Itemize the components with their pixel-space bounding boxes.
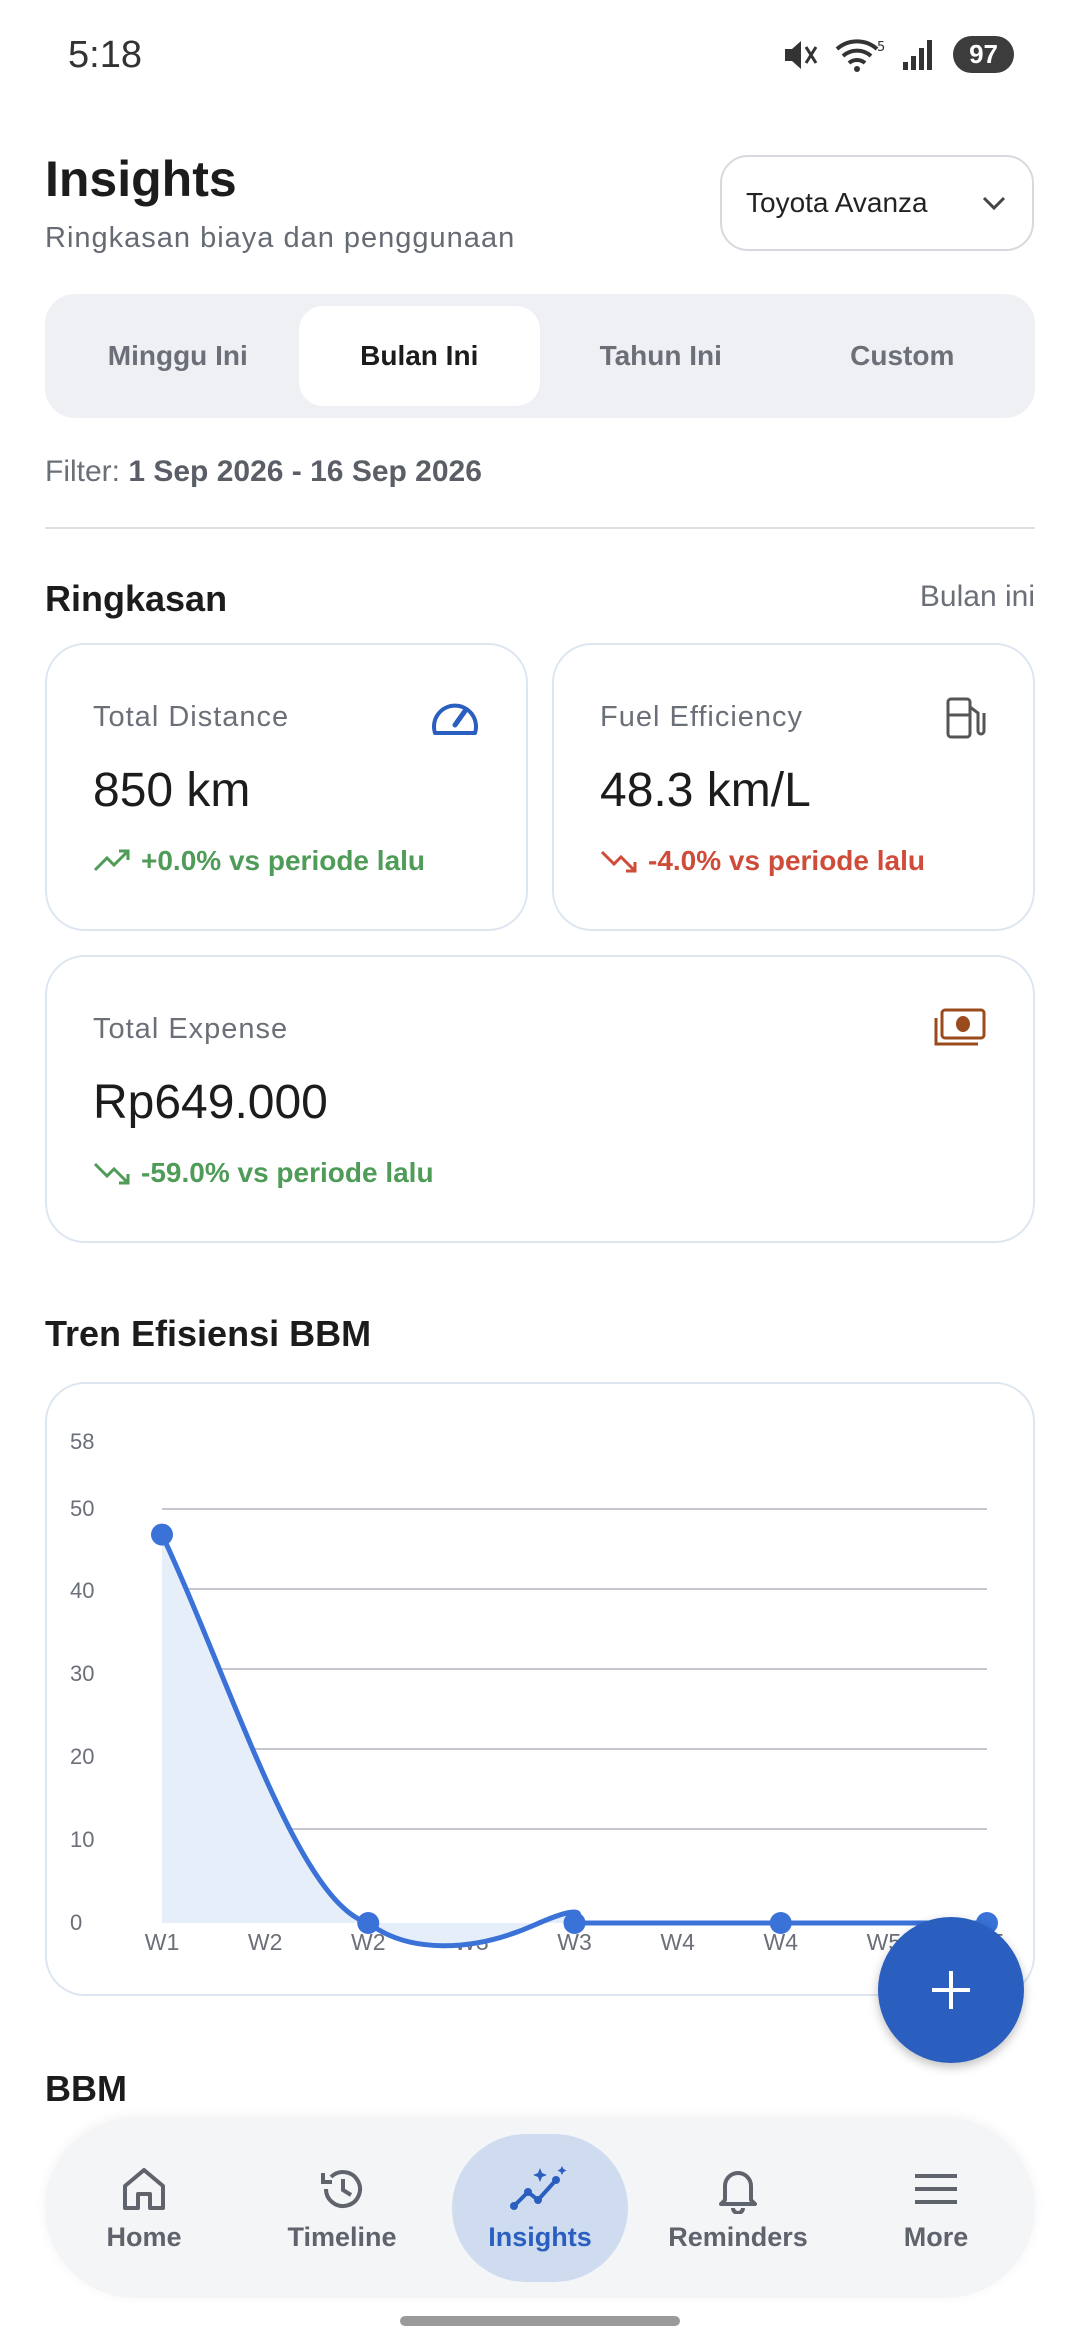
- signal-icon: [903, 39, 933, 70]
- trend-chart: 0102030405058W1W2W2W3W3W4W4W5W5: [70, 1429, 1004, 1955]
- trend-heading: Tren Efisiensi BBM: [45, 1313, 372, 1354]
- status-bar: 5:18 5 97: [0, 0, 1080, 110]
- chevron-down-icon: [982, 196, 1006, 211]
- status-icons: 5 97: [781, 36, 1014, 73]
- efficiency-card[interactable]: Fuel Efficiency 48.3 km/L -4.0% vs perio…: [552, 643, 1035, 931]
- page-title: Insights: [45, 151, 237, 207]
- divider: [45, 527, 1035, 529]
- distance-value: 850 km: [93, 764, 251, 817]
- add-button[interactable]: [878, 1917, 1024, 2063]
- plus-icon: [932, 1971, 970, 2009]
- battery-indicator: 97: [953, 36, 1014, 73]
- nav-insights-label: Insights: [488, 2221, 592, 2252]
- nav-home-label: Home: [106, 2221, 182, 2252]
- x-tick-label: W2: [248, 1929, 283, 1955]
- y-tick-label: 30: [70, 1661, 94, 1686]
- y-tick-label: 58: [70, 1429, 94, 1454]
- expense-value: Rp649.000: [93, 1076, 328, 1129]
- efficiency-change: -4.0% vs periode lalu: [600, 845, 925, 877]
- trending-up-icon: [93, 849, 130, 872]
- vehicle-name: Toyota Avanza: [746, 187, 928, 218]
- expense-card[interactable]: Total Expense Rp649.000 -59.0% vs period…: [45, 955, 1035, 1243]
- distance-change: +0.0% vs periode lalu: [93, 845, 425, 877]
- x-tick-label: W4: [660, 1929, 695, 1955]
- insights-icon: [510, 2165, 567, 2210]
- nav-reminders-label: Reminders: [668, 2221, 808, 2252]
- summary-heading: Ringkasan: [45, 578, 228, 619]
- data-point[interactable]: [357, 1912, 380, 1934]
- mute-icon: [785, 40, 818, 69]
- tab-bulan-ini[interactable]: Bulan Ini: [298, 306, 540, 406]
- y-tick-label: 0: [70, 1910, 82, 1935]
- y-tick-label: 40: [70, 1578, 94, 1603]
- filter-range: Filter: 1 Sep 2026 - 16 Sep 2026: [45, 455, 482, 489]
- y-tick-label: 10: [70, 1827, 94, 1852]
- fuel-pump-icon: [946, 697, 986, 739]
- page-subtitle: Ringkasan biaya dan penggunaan: [45, 222, 516, 254]
- bottom-nav: Home Timeline Insights Reminders More: [45, 2118, 1035, 2298]
- vehicle-selector[interactable]: Toyota Avanza: [720, 155, 1034, 251]
- tab-tahun-ini[interactable]: Tahun Ini: [540, 306, 782, 406]
- tab-custom[interactable]: Custom: [782, 306, 1024, 406]
- nav-more-label: More: [903, 2221, 969, 2252]
- nav-home[interactable]: Home: [56, 2134, 232, 2282]
- home-icon: [123, 2167, 165, 2210]
- distance-card[interactable]: Total Distance 850 km +0.0% vs periode l…: [45, 643, 528, 931]
- distance-change-text: +0.0% vs periode lalu: [141, 845, 426, 876]
- filter-prefix: Filter:: [45, 455, 120, 488]
- trend-chart-card: 0102030405058W1W2W2W3W3W4W4W5W5: [45, 1382, 1035, 1996]
- efficiency-label: Fuel Efficiency: [600, 701, 804, 733]
- x-tick-label: W1: [145, 1929, 180, 1955]
- tab-minggu-ini[interactable]: Minggu Ini: [57, 306, 299, 406]
- trending-down-icon: [600, 850, 637, 873]
- nav-timeline-label: Timeline: [287, 2221, 397, 2252]
- data-point[interactable]: [769, 1912, 792, 1934]
- data-point[interactable]: [563, 1912, 586, 1934]
- wifi-icon: 5: [835, 38, 885, 72]
- nav-more[interactable]: More: [848, 2134, 1024, 2282]
- period-tabs: Minggu Ini Bulan Ini Tahun Ini Custom: [45, 294, 1035, 418]
- home-indicator: [400, 2316, 680, 2326]
- data-point[interactable]: [151, 1523, 173, 1546]
- speedometer-icon: [432, 703, 478, 735]
- area-fill: [162, 1534, 987, 1946]
- trending-down-icon: [93, 1162, 130, 1185]
- summary-period: Bulan ini: [919, 580, 1035, 613]
- nav-insights[interactable]: Insights: [452, 2134, 628, 2282]
- expense-label: Total Expense: [93, 1013, 289, 1045]
- efficiency-change-text: -4.0% vs periode lalu: [648, 845, 925, 876]
- bell-icon: [719, 2170, 757, 2214]
- nav-reminders[interactable]: Reminders: [650, 2134, 826, 2282]
- distance-label: Total Distance: [93, 701, 290, 733]
- expense-change-text: -59.0% vs periode lalu: [141, 1157, 434, 1188]
- svg-text:5: 5: [877, 40, 885, 55]
- menu-icon: [915, 2173, 957, 2204]
- y-tick-label: 50: [70, 1496, 94, 1521]
- nav-timeline[interactable]: Timeline: [254, 2134, 430, 2282]
- status-time: 5:18: [68, 34, 142, 76]
- filter-dates: 1 Sep 2026 - 16 Sep 2026: [128, 455, 482, 488]
- bbm-heading: BBM: [45, 2068, 127, 2109]
- history-icon: [321, 2169, 362, 2208]
- money-icon: [934, 1008, 986, 1046]
- y-tick-label: 20: [70, 1744, 94, 1769]
- expense-change: -59.0% vs periode lalu: [93, 1157, 434, 1189]
- efficiency-value: 48.3 km/L: [600, 764, 811, 817]
